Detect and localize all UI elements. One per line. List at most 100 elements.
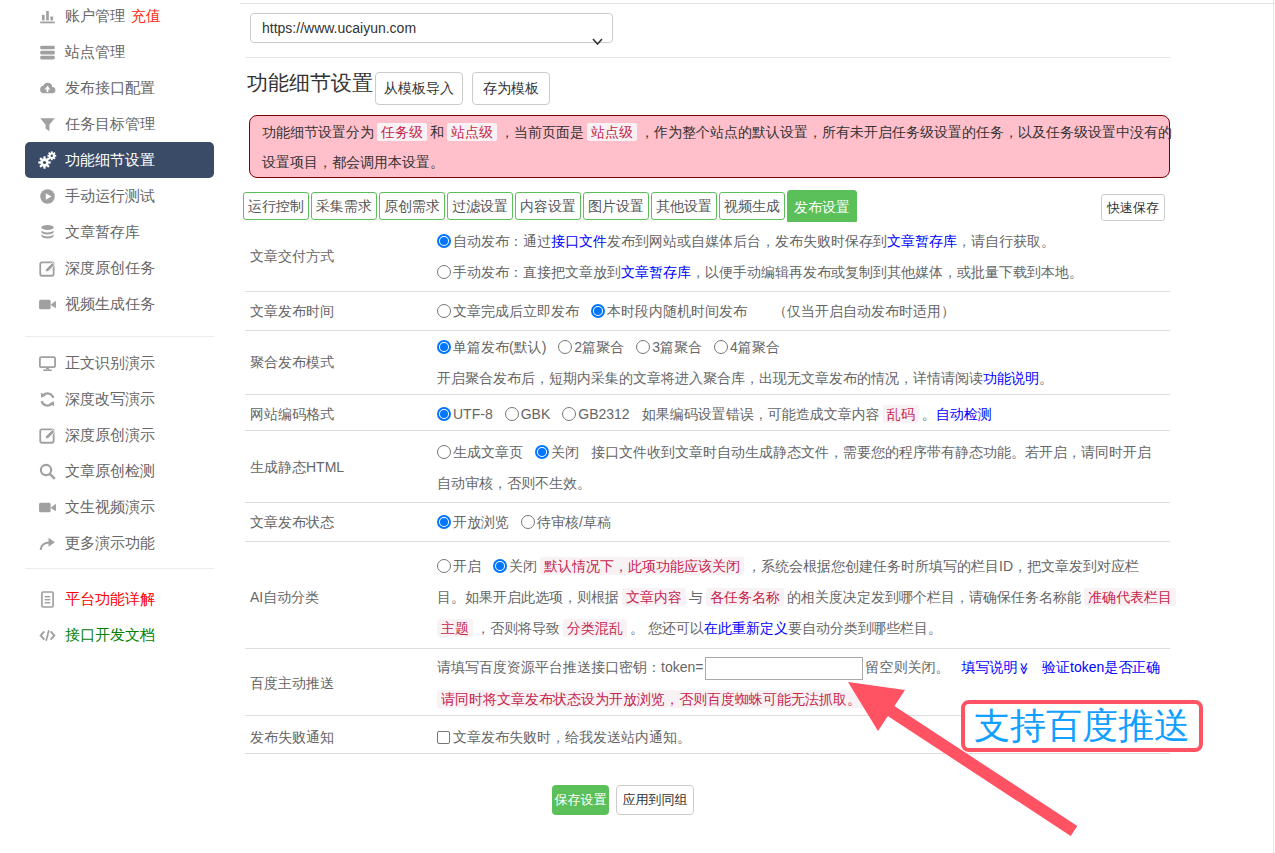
sidebar-item-label: 任务目标管理 — [65, 115, 155, 134]
radio-2-aggregate[interactable] — [558, 340, 572, 354]
sidebar-item-label: 深度改写演示 — [65, 390, 155, 409]
play-circle-icon — [37, 186, 57, 206]
radio-4-aggregate[interactable] — [714, 340, 728, 354]
sidebar-item-1[interactable]: 账户管理充值 — [25, 0, 214, 34]
radio-ai-on[interactable] — [437, 559, 451, 573]
sidebar-item-label: 手动运行测试 — [65, 187, 155, 206]
sidebar-item-13[interactable]: 文章原创检测 — [25, 453, 214, 489]
sidebar-item-6[interactable]: 手动运行测试 — [25, 178, 214, 214]
sidebar-item-label: 文章原创检测 — [65, 462, 155, 481]
row-delivery-mode: 文章交付方式 自动发布：通过接口文件发布到网站或自媒体后台，发布失败时保存到文章… — [245, 222, 1170, 292]
sidebar-item-11[interactable]: 深度改写演示 — [25, 381, 214, 417]
import-from-template-button[interactable]: 从模板导入 — [375, 72, 463, 105]
row-label: 百度主动推送 — [245, 652, 437, 715]
tag-default-closed: 默认情况下，此项功能应该关闭 — [540, 557, 744, 575]
link-article-buffer-2[interactable]: 文章暂存库 — [621, 264, 691, 280]
tab-3[interactable]: 原创需求 — [379, 192, 445, 220]
sidebar-item-label: 文章暂存库 — [65, 223, 140, 242]
link-fill-instructions[interactable]: 填写说明≫ — [961, 659, 1030, 675]
refresh-icon — [37, 389, 57, 409]
document-icon — [37, 589, 57, 609]
link-redefine[interactable]: 在此重新定义 — [704, 620, 788, 636]
sidebar-item-10[interactable]: 正文识别演示 — [25, 345, 214, 381]
sidebar-item-16[interactable]: 平台功能详解 — [25, 581, 214, 617]
link-auto-detect[interactable]: 自动检测 — [936, 406, 992, 422]
radio-gb2312[interactable] — [562, 407, 576, 421]
radio-open-browse[interactable] — [437, 515, 451, 529]
edit-icon — [37, 425, 57, 445]
edit-icon — [37, 258, 57, 278]
row-publish-status: 文章发布状态 开放浏览待审核/草稿 — [245, 503, 1170, 542]
recharge-link[interactable]: 充值 — [131, 7, 161, 26]
tab-4[interactable]: 过滤设置 — [447, 192, 513, 220]
radio-pending-review[interactable] — [521, 515, 535, 529]
tab-7[interactable]: 其他设置 — [651, 192, 717, 220]
row-encoding: 网站编码格式 UTF-8GBKGB2312如果编码设置错误，可能造成文章内容乱码… — [245, 395, 1170, 431]
sidebar-item-7[interactable]: 文章暂存库 — [25, 214, 214, 250]
video-camera-icon — [37, 497, 57, 517]
tab-bar: 运行控制采集需求原创需求过滤设置内容设置图片设置其他设置视频生成发布设置 — [243, 192, 859, 222]
sidebar-item-3[interactable]: 发布接口配置 — [25, 70, 214, 106]
tag-task-level: 任务级 — [377, 123, 427, 141]
link-interface-file[interactable]: 接口文件 — [551, 233, 607, 249]
tab-2[interactable]: 采集需求 — [311, 192, 377, 220]
apply-to-group-button[interactable]: 应用到同组 — [616, 785, 694, 815]
tag-site-level-2: 站点级 — [587, 123, 637, 141]
radio-static-off[interactable] — [535, 445, 549, 459]
radio-gbk[interactable] — [505, 407, 519, 421]
sidebar-item-5[interactable]: 功能细节设置 — [25, 142, 214, 178]
token-input[interactable] — [705, 657, 863, 680]
link-verify-token[interactable]: 验证token是否正确 — [1042, 659, 1160, 675]
alert-line1: 功能细节设置分为任务级和站点级，当前页面是站点级，作为整个站点的默认设置，所有未… — [262, 117, 1157, 147]
sidebar-item-9[interactable]: 视频生成任务 — [25, 286, 214, 322]
radio-auto-publish[interactable] — [437, 234, 451, 248]
tab-6[interactable]: 图片设置 — [583, 192, 649, 220]
database-icon — [37, 222, 57, 242]
save-as-template-button[interactable]: 存为模板 — [472, 72, 550, 105]
tab-5[interactable]: 内容设置 — [515, 192, 581, 220]
window-right-border — [1273, 0, 1274, 853]
radio-ai-off[interactable] — [493, 559, 507, 573]
tab-9[interactable]: 发布设置 — [787, 190, 857, 222]
sidebar-item-15[interactable]: 更多演示功能 — [25, 525, 214, 561]
tag-garbled: 乱码 — [883, 405, 919, 423]
quick-save-button[interactable]: 快速保存 — [1101, 194, 1165, 221]
alert-banner: 功能细节设置分为任务级和站点级，当前页面是站点级，作为整个站点的默认设置，所有未… — [249, 115, 1170, 178]
sidebar-item-17[interactable]: 接口开发文档 — [25, 617, 214, 653]
tab-1[interactable]: 运行控制 — [243, 192, 309, 220]
save-settings-button[interactable]: 保存设置 — [552, 785, 609, 815]
sidebar-item-label: 功能细节设置 — [65, 151, 155, 170]
radio-publish-random[interactable] — [591, 304, 605, 318]
sidebar: 账户管理充值站点管理发布接口配置任务目标管理功能细节设置手动运行测试文章暂存库深… — [0, 0, 240, 853]
sidebar-item-label: 视频生成任务 — [65, 295, 155, 314]
site-select[interactable]: https://www.ucaiyun.com — [250, 13, 613, 43]
gears-icon — [37, 150, 57, 170]
settings-table: 文章交付方式 自动发布：通过接口文件发布到网站或自媒体后台，发布失败时保存到文章… — [245, 222, 1170, 754]
radio-single-publish[interactable] — [437, 340, 451, 354]
row-publish-time: 文章发布时间 文章完成后立即发布本时段内随机时间发布（仅当开启自动发布时适用） — [245, 292, 1170, 331]
radio-manual-publish[interactable] — [437, 265, 451, 279]
sidebar-item-4[interactable]: 任务目标管理 — [25, 106, 214, 142]
link-feature-description[interactable]: 功能说明 — [983, 370, 1039, 386]
radio-generate-article-page[interactable] — [437, 445, 451, 459]
row-label: 聚合发布模式 — [245, 332, 437, 394]
top-divider — [245, 57, 1170, 58]
sidebar-item-12[interactable]: 深度原创演示 — [25, 417, 214, 453]
sidebar-item-8[interactable]: 深度原创任务 — [25, 250, 214, 286]
link-article-buffer[interactable]: 文章暂存库 — [887, 233, 957, 249]
row-aggregate-mode: 聚合发布模式 单篇发布(默认)2篇聚合3篇聚合4篇聚合 开启聚合发布后，短期内采… — [245, 331, 1170, 395]
tab-8[interactable]: 视频生成 — [719, 192, 785, 220]
row-label: AI自动分类 — [245, 551, 437, 644]
sidebar-item-label: 发布接口配置 — [65, 79, 155, 98]
sidebar-item-label: 站点管理 — [65, 43, 125, 62]
sidebar-item-label: 账户管理 — [65, 7, 125, 26]
row-label: 网站编码格式 — [245, 399, 437, 430]
checkbox-failure-notice[interactable] — [437, 731, 450, 744]
sidebar-item-2[interactable]: 站点管理 — [25, 34, 214, 70]
sidebar-item-label: 文生视频演示 — [65, 498, 155, 517]
row-label: 发布失败通知 — [245, 722, 437, 753]
radio-utf8[interactable] — [437, 407, 451, 421]
sidebar-item-14[interactable]: 文生视频演示 — [25, 489, 214, 525]
radio-3-aggregate[interactable] — [636, 340, 650, 354]
radio-publish-immediately[interactable] — [437, 304, 451, 318]
